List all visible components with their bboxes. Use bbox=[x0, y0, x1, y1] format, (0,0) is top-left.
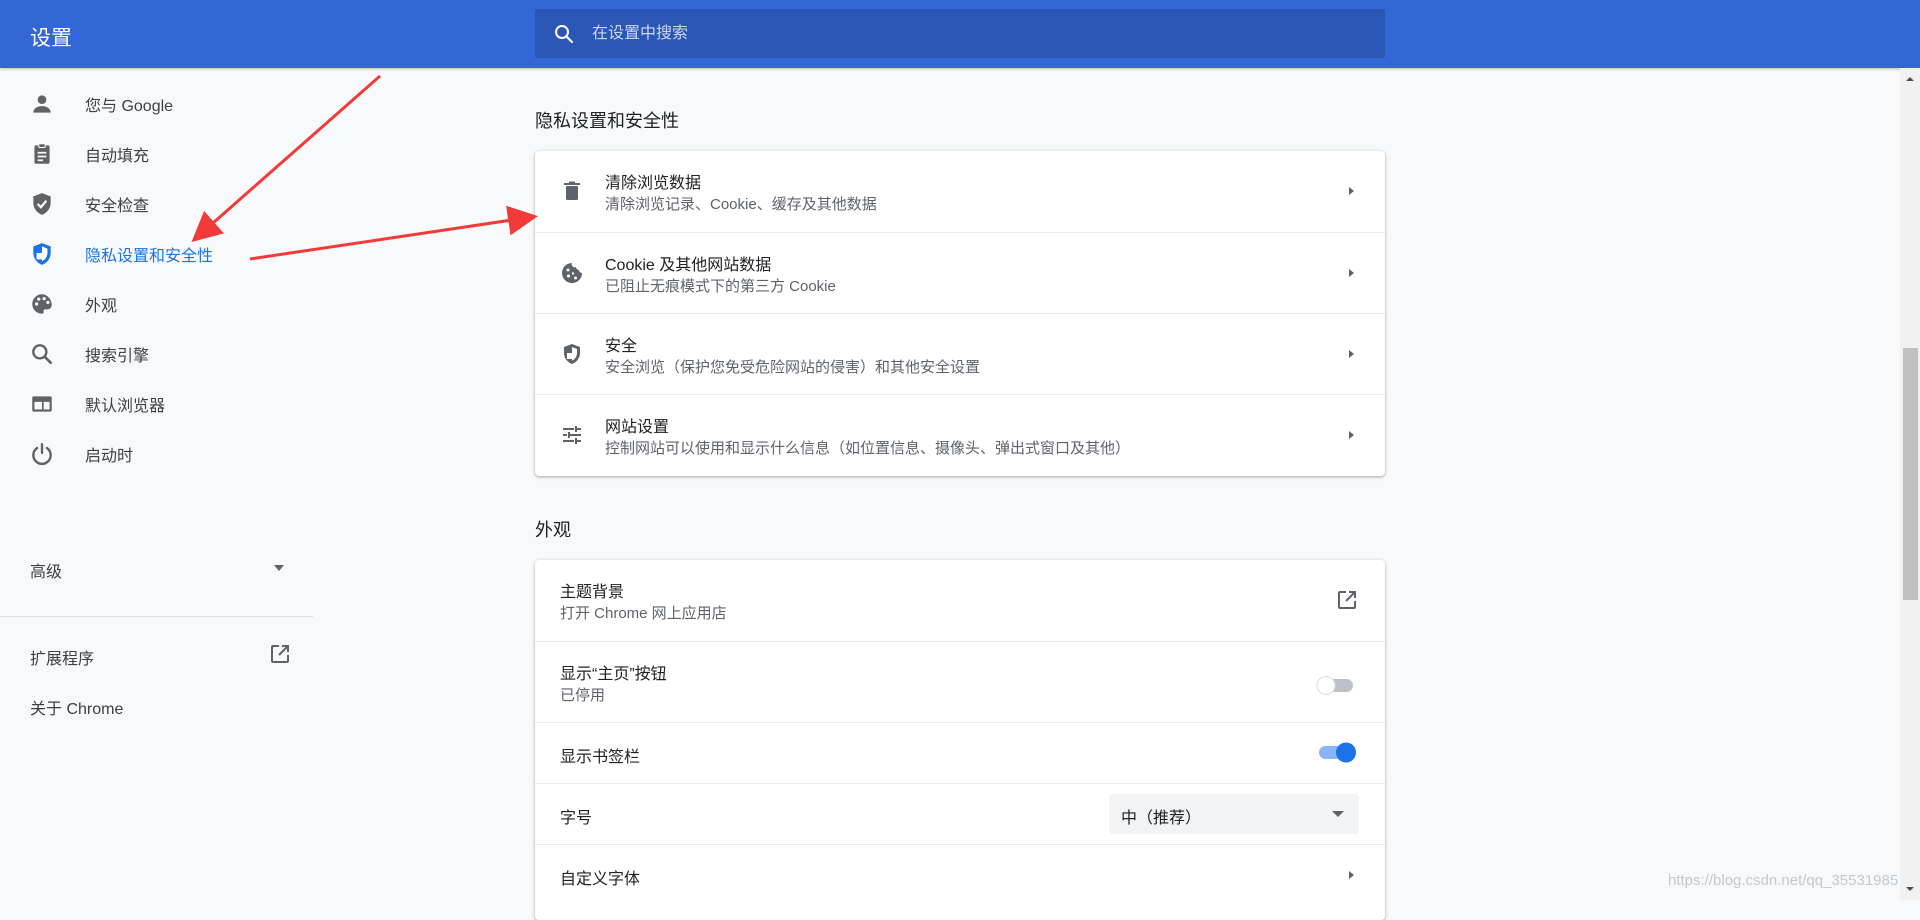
sidebar-item-extensions[interactable]: 扩展程序 bbox=[0, 638, 300, 672]
palette-icon bbox=[32, 294, 52, 314]
chevron-right-icon bbox=[1349, 269, 1354, 277]
row-title: Cookie 及其他网站数据 bbox=[605, 257, 772, 274]
header-bar: 设置 bbox=[0, 0, 1920, 68]
appearance-row-bookmarks-bar[interactable]: 显示书签栏 bbox=[535, 722, 1385, 783]
open-in-new-icon bbox=[1338, 591, 1356, 609]
row-title: 显示“主页”按钮 bbox=[560, 666, 667, 683]
advanced-label: 高级 bbox=[30, 564, 63, 581]
font-size-select[interactable]: 中（推荐） bbox=[1109, 794, 1359, 834]
row-title: 网站设置 bbox=[605, 419, 670, 436]
extensions-label: 扩展程序 bbox=[30, 651, 95, 668]
search-input[interactable] bbox=[592, 18, 1385, 49]
chevron-down-icon bbox=[1332, 811, 1344, 817]
row-title: 清除浏览数据 bbox=[605, 175, 702, 192]
privacy-row-cookies[interactable]: Cookie 及其他网站数据 已阻止无痕模式下的第三方 Cookie bbox=[535, 232, 1385, 313]
row-title: 安全 bbox=[605, 338, 638, 355]
cookie-icon bbox=[562, 263, 582, 283]
row-subtitle: 已阻止无痕模式下的第三方 Cookie bbox=[605, 278, 836, 295]
scroll-up-arrow-icon[interactable] bbox=[1903, 74, 1917, 84]
sidebar-item-on-startup[interactable]: 启动时 bbox=[0, 429, 300, 479]
sidebar-item-privacy[interactable]: 隐私设置和安全性 bbox=[0, 229, 300, 279]
privacy-section-title: 隐私设置和安全性 bbox=[535, 111, 679, 131]
sidebar-divider bbox=[0, 616, 313, 617]
chevron-right-icon bbox=[1349, 350, 1354, 358]
sidebar-item-search-engine[interactable]: 搜索引擎 bbox=[0, 329, 300, 379]
privacy-card: 清除浏览数据 清除浏览记录、Cookie、缓存及其他数据 Cookie 及其他网… bbox=[535, 151, 1385, 476]
sidebar-item-default-browser[interactable]: 默认浏览器 bbox=[0, 379, 300, 429]
sidebar-item-autofill[interactable]: 自动填充 bbox=[0, 129, 300, 179]
scrollbar-thumb[interactable] bbox=[1903, 348, 1918, 600]
search-box[interactable] bbox=[535, 9, 1385, 58]
appearance-row-font-size: 字号 中（推荐） bbox=[535, 783, 1385, 844]
chevron-right-icon bbox=[1349, 871, 1354, 879]
chevron-down-icon bbox=[274, 565, 284, 571]
row-subtitle: 清除浏览记录、Cookie、缓存及其他数据 bbox=[605, 196, 877, 213]
trash-icon bbox=[564, 181, 580, 200]
appearance-card: 主题背景 打开 Chrome 网上应用店 显示“主页”按钮 已停用 显示书签栏 … bbox=[535, 560, 1385, 920]
search-icon bbox=[32, 344, 52, 364]
sidebar-item-label: 自动填充 bbox=[85, 148, 150, 165]
chevron-right-icon bbox=[1349, 187, 1354, 195]
clipboard-icon bbox=[34, 143, 50, 164]
privacy-row-clear-data[interactable]: 清除浏览数据 清除浏览记录、Cookie、缓存及其他数据 bbox=[535, 151, 1385, 232]
tune-sliders-icon bbox=[563, 426, 581, 444]
search-icon bbox=[555, 24, 574, 43]
row-title: 字号 bbox=[560, 810, 593, 827]
scroll-down-arrow-icon[interactable] bbox=[1903, 884, 1917, 894]
open-in-new-icon bbox=[271, 645, 289, 663]
appearance-section-title: 外观 bbox=[535, 520, 571, 540]
sidebar-item-safety-check[interactable]: 安全检查 bbox=[0, 179, 300, 229]
chevron-right-icon bbox=[1349, 431, 1354, 439]
sidebar-item-label: 默认浏览器 bbox=[85, 398, 166, 415]
page-title: 设置 bbox=[30, 27, 72, 50]
appearance-row-theme[interactable]: 主题背景 打开 Chrome 网上应用店 bbox=[535, 560, 1385, 641]
browser-window-icon bbox=[32, 396, 52, 412]
row-subtitle: 安全浏览（保护您免受危险网站的侵害）和其他安全设置 bbox=[605, 359, 981, 376]
sidebar-item-about-chrome[interactable]: 关于 Chrome bbox=[0, 688, 300, 722]
appearance-row-home-button[interactable]: 显示“主页”按钮 已停用 bbox=[535, 641, 1385, 722]
bookmarks-bar-toggle[interactable] bbox=[1315, 739, 1357, 765]
sidebar-item-label: 您与 Google bbox=[85, 98, 174, 115]
row-title: 自定义字体 bbox=[560, 871, 641, 888]
sidebar-item-label: 隐私设置和安全性 bbox=[85, 248, 214, 265]
font-size-value: 中（推荐） bbox=[1121, 810, 1202, 827]
sidebar-item-you-and-google[interactable]: 您与 Google bbox=[0, 79, 300, 129]
privacy-shield-icon bbox=[33, 243, 51, 265]
row-subtitle: 已停用 bbox=[560, 687, 606, 704]
power-icon bbox=[32, 443, 52, 466]
sidebar-advanced-toggle[interactable]: 高级 bbox=[0, 544, 300, 594]
appearance-row-custom-fonts[interactable]: 自定义字体 bbox=[535, 844, 1385, 920]
sidebar-item-label: 搜索引擎 bbox=[85, 348, 150, 365]
privacy-row-site-settings[interactable]: 网站设置 控制网站可以使用和显示什么信息（如位置信息、摄像头、弹出式窗口及其他） bbox=[535, 394, 1385, 476]
shield-check-icon bbox=[33, 193, 51, 215]
watermark: https://blog.csdn.net/qq_35531985 bbox=[1668, 872, 1899, 889]
sidebar: 您与 Google 自动填充 安全检查 隐私设置和安全性 外观 搜索引擎 默认浏… bbox=[0, 68, 315, 900]
row-title: 显示书签栏 bbox=[560, 749, 641, 766]
home-button-toggle[interactable] bbox=[1315, 672, 1357, 698]
row-subtitle: 控制网站可以使用和显示什么信息（如位置信息、摄像头、弹出式窗口及其他） bbox=[605, 440, 1131, 457]
sidebar-item-appearance[interactable]: 外观 bbox=[0, 279, 300, 329]
sidebar-item-label: 安全检查 bbox=[85, 198, 150, 215]
row-subtitle: 打开 Chrome 网上应用店 bbox=[560, 605, 727, 622]
privacy-row-security[interactable]: 安全 安全浏览（保护您免受危险网站的侵害）和其他安全设置 bbox=[535, 313, 1385, 394]
row-title: 主题背景 bbox=[560, 584, 625, 601]
sidebar-item-label: 外观 bbox=[85, 298, 118, 315]
about-label: 关于 Chrome bbox=[30, 701, 124, 718]
sidebar-item-label: 启动时 bbox=[85, 448, 134, 465]
person-icon bbox=[33, 95, 51, 113]
security-shield-icon bbox=[564, 344, 580, 364]
